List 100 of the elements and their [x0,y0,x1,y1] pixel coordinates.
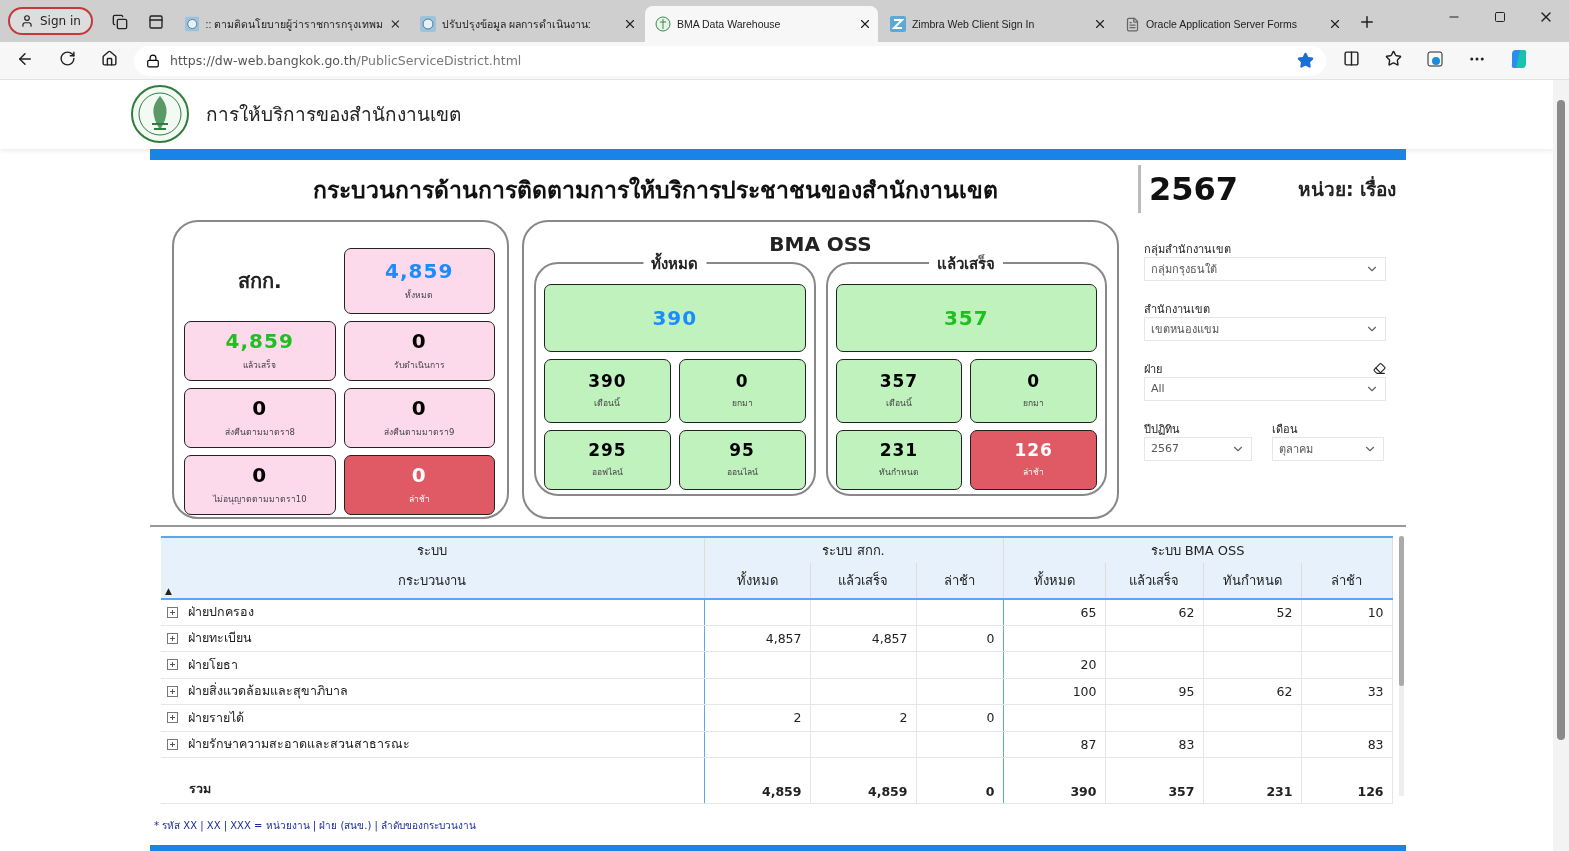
table-cell: 62 [1203,678,1301,705]
stat-value: 390 [588,371,627,391]
browser-tab[interactable]: Zimbra Web Client Sign In [879,6,1113,42]
footnote: * รหัส XX | XX | XXX = หน่วยงาน | ฝ่าย (สนข.) | ลำดับของกระบวนงาน [154,819,478,833]
filter-dropdown[interactable]: All [1144,376,1386,401]
table-cell: 52 [1203,598,1301,625]
stat-label: ล่าช้า [1023,466,1045,479]
stat-value: 4,859 [385,259,454,283]
browser-tab[interactable]: Oracle Application Server Forms [1114,6,1348,42]
filter-dropdown[interactable]: กลุ่มกรุงธนใต้ [1144,256,1386,281]
url-text: https://dw-web.bangkok.go.th/PublicServiceDistrict.html [170,53,522,68]
page-scrollbar[interactable] [1553,80,1569,851]
browser-tab[interactable]: ปรับปรุงข้อมูล ผลการดำเนินงาน: [409,6,643,42]
total-cell: 357 [1105,757,1203,804]
total-cell: 4,859 [810,757,916,804]
filter-label: สำนักงานเขต [1144,301,1210,318]
filter-dropdown[interactable]: 2567 [1144,436,1252,461]
address-field[interactable]: https://dw-web.bangkok.go.th/PublicServiceDistrict.html [134,45,1326,76]
stat-label: แล้วเสร็จ [243,358,277,372]
column-group-header: ระบบ BMA OSS [1003,536,1393,563]
favorite-star-icon[interactable] [1297,52,1314,69]
row-name: ฝ่ายทะเบียน [188,629,252,648]
browser-tab[interactable]: BMA Data Warehouse [644,6,878,42]
emblem-logo [130,84,190,145]
stat-label: ส่งคืนตามมาตรา9 [384,426,455,439]
sign-in-button[interactable]: Sign in [8,7,93,35]
stat-label: รับดำเนินการ [393,359,445,372]
panel-title: สกก. [236,267,283,295]
panel-title: BMA OSS [769,231,872,258]
table-cell: 87 [1003,731,1105,758]
stat-value: 0 [252,463,268,487]
year-value: 2567 [1149,169,1239,208]
browser-tab[interactable]: :: ตามติดนโยบายผู้ว่าราชการกรุงเทพม [174,6,408,42]
table-cell: 2 [704,704,810,731]
total-cell: 126 [1301,757,1393,804]
filter-dropdown[interactable]: ตุลาคม [1272,436,1384,461]
table-cell: 0 [916,704,1003,731]
total-cell: 231 [1203,757,1301,804]
unit-label: หน่วย: เรื่อง [1298,175,1397,202]
table-cell: 4,857 [704,625,810,652]
stat-value: 0 [735,371,749,391]
table-cell: 95 [1105,678,1203,705]
table-cell: 83 [1105,731,1203,758]
table-cell: 4,857 [810,625,916,652]
expand-icon[interactable] [167,712,178,724]
eraser-icon[interactable] [1373,362,1386,375]
stat-label: ล่าช้า [408,493,430,506]
user-icon [20,14,34,28]
column-header[interactable]: ทั้งหมด [1003,562,1105,599]
table-cell: 0 [916,625,1003,652]
filter-dropdown[interactable]: เขตหนองแขม [1144,316,1386,341]
row-name: ฝ่ายสิ่งแวดล้อมและสุขาภิบาล [188,681,348,701]
column-header[interactable]: ทันกำหนด [1203,562,1301,599]
stat-value: 0 [252,396,268,420]
column-header[interactable]: แล้วเสร็จ [1105,562,1203,599]
expand-icon[interactable] [167,659,178,671]
table-cell: 20 [1003,651,1105,678]
stat-value: 357 [879,371,919,391]
expand-icon[interactable] [167,738,178,750]
table-scrollbar[interactable] [1398,535,1404,796]
table-cell: 83 [1301,731,1393,758]
table-cell: 100 [1003,678,1105,705]
column-header[interactable]: ล่าช้า [916,562,1003,599]
expand-icon[interactable] [167,606,178,618]
stat-label: ส่งคืนตามมาตรา8 [224,426,295,439]
column-header[interactable]: ▲ กระบวนงาน [161,562,704,599]
stat-label: ยกมา [731,397,753,410]
tab-title: ปรับปรุงข้อมูล ผลการดำเนินงาน: [441,16,592,33]
table-cell: 2 [810,704,916,731]
tab-title: BMA Data Warehouse [676,18,782,30]
stat-value: 0 [411,396,427,420]
column-header[interactable]: แล้วเสร็จ [810,562,916,599]
stat-value: 0 [411,463,427,487]
stat-label: ออนไลน์ [726,466,758,479]
stat-value: 4,859 [225,329,294,353]
column-header[interactable]: ทั้งหมด [704,562,810,599]
filter-label: เดือน [1272,421,1298,438]
expand-icon[interactable] [167,632,178,644]
table-cell: 10 [1301,598,1393,625]
stat-value: 295 [588,440,627,460]
tab-title: :: ตามติดนโยบายผู้ว่าราชการกรุงเทพม [205,16,384,33]
seal-icon [419,16,436,32]
expand-icon[interactable] [167,685,178,697]
seal-icon [184,16,200,32]
filter-label: กลุ่มสำนักงานเขต [1144,241,1231,258]
stat-value: 95 [729,440,755,460]
column-group-header: ระบบ [161,536,704,563]
lock-icon [146,53,160,68]
report-title: กระบวนการด้านการติดตามการให้บริการประชาชนของสำนักงานเขต [311,175,999,205]
stat-label: ไม่อนุญาตตามมาตรา10 [212,493,307,506]
row-name: ฝ่ายรายได้ [188,708,244,727]
close-icon[interactable] [389,17,402,31]
sort-arrow-icon[interactable]: ▲ [165,585,172,596]
row-name: ฝ่ายโยธา [188,655,238,674]
stat-label: เดือนนี้ [594,396,621,410]
filter-label: ปีปฏิทิน [1144,421,1180,438]
total-cell: 4,859 [704,757,810,804]
stat-value: 390 [652,305,698,330]
stat-value: 357 [943,305,989,330]
column-header[interactable]: ล่าช้า [1301,562,1393,599]
